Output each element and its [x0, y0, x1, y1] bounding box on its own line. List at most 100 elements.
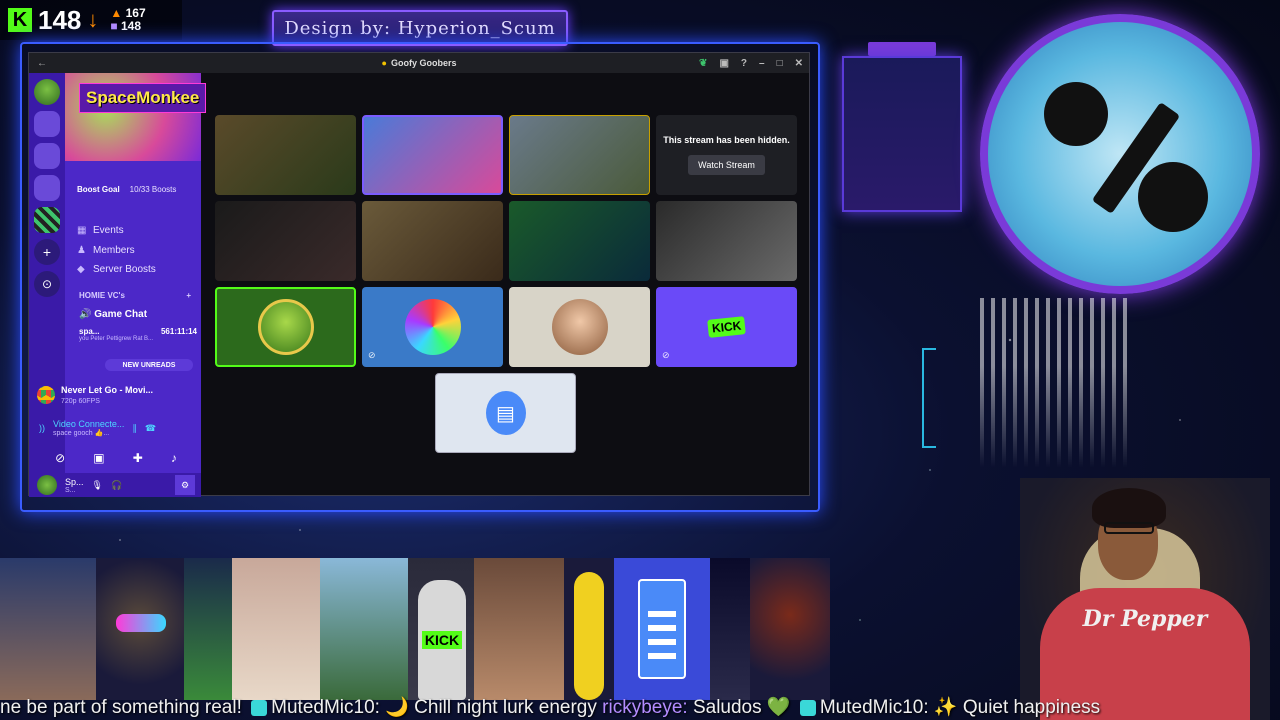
voice-user-activity: you Peter Pettigrew Rat B... [79, 336, 154, 342]
server-icon-folder[interactable] [34, 207, 60, 233]
voice-user-name: spa... [79, 327, 100, 336]
kick-avatar: KICK [698, 299, 755, 355]
server-nav: ▦ Events ♟ Members ◆ Server Boosts [77, 221, 156, 280]
add-channel-icon[interactable]: + [186, 291, 191, 300]
discord-window: ← ● Goofy Goobers ❦ ▣ ? – □ ✕ + ⊙ SpaceM… [28, 52, 810, 497]
character-bird [0, 558, 96, 700]
vc-category-header[interactable]: HOMIE VC's + [79, 291, 191, 300]
stream-stats-bar: K 148 ↓ ▲ 167 ■ 148 [0, 0, 182, 40]
discover-icon[interactable]: ⊙ [34, 271, 60, 297]
user-tile-rainbow[interactable]: ⊘ [362, 287, 503, 367]
document-audio-icon: ▤ [485, 391, 526, 435]
popout-icon[interactable]: ▣ [719, 58, 728, 69]
hidden-stream-tile: This stream has been hidden. Watch Strea… [656, 115, 797, 195]
design-credit-banner: Design by: Hyperion_Scum [272, 10, 568, 46]
server-icon-3[interactable] [34, 143, 60, 169]
hidden-stream-message: This stream has been hidden. [663, 135, 790, 145]
nav-item-events[interactable]: ▦ Events [77, 221, 156, 241]
voice-channel-game-chat[interactable]: 🔊 Game Chat [79, 309, 147, 320]
back-icon[interactable]: ← [37, 58, 47, 69]
server-name[interactable]: SpaceMonkee [79, 83, 207, 113]
viewer-count: 148 [38, 4, 82, 35]
boost-icon: ◆ [77, 264, 85, 276]
server-icon-pepe[interactable] [34, 79, 60, 105]
server-icon: ● [381, 58, 387, 68]
add-server-icon[interactable]: + [34, 239, 60, 265]
stream-tile-7[interactable] [509, 201, 650, 281]
character-fisherman [320, 558, 408, 700]
user-tile-girl[interactable] [509, 287, 650, 367]
voice-controls: ⊘ ▣ ✚ ♪ [41, 451, 191, 465]
gear-icon[interactable]: ⚙ [175, 475, 195, 495]
pepe-avatar [257, 299, 314, 355]
character-muscle-man [474, 558, 564, 700]
character-anime-girl [184, 558, 232, 700]
dna-panel [842, 56, 962, 212]
chat-ticker: ne be part of something real! MutedMic10… [0, 697, 1101, 718]
discord-sidebar: + ⊙ SpaceMonkee Boost Goal 10/33 Boosts … [29, 73, 207, 497]
soundboard-icon[interactable]: ♪ [171, 451, 177, 465]
stream-tile-6[interactable] [362, 201, 503, 281]
user-avatar[interactable] [37, 475, 57, 495]
voice-server: space gooch 👍... [53, 430, 110, 437]
stream-tile-8[interactable] [656, 201, 797, 281]
close-icon[interactable]: ✕ [795, 58, 803, 69]
muted-icon: ⊘ [368, 350, 376, 360]
current-user-name: Sp... [65, 476, 84, 487]
character-banana [564, 558, 614, 700]
nav-item-members[interactable]: ♟ Members [77, 241, 156, 261]
rainbow-avatar [404, 299, 461, 355]
activity-quality: 720p 60FPS [61, 398, 100, 405]
stream-tile-3[interactable] [509, 115, 650, 195]
hud-bracket [922, 348, 936, 448]
character-bearded-man [750, 558, 830, 700]
stream-tile-5[interactable] [215, 201, 356, 281]
window-controls: ❦ ▣ ? – □ ✕ [699, 58, 803, 69]
chat-badge-icon [799, 699, 816, 716]
user-tile-pepe[interactable] [215, 287, 356, 367]
window-title: Goofy Goobers [390, 58, 457, 68]
viewers-stat: ■ 148 [110, 19, 142, 33]
boost-goal-row[interactable]: Boost Goal 10/33 Boosts [77, 185, 176, 194]
user-panel: Sp... S... 🎙 🎧 ⚙ [29, 473, 201, 497]
camera-off-icon[interactable]: ⊘ [55, 451, 65, 465]
stream-tile-1[interactable] [215, 115, 356, 195]
vinyl-logo [980, 14, 1260, 294]
stream-tile-2[interactable] [362, 115, 503, 195]
voice-user[interactable]: spa... 561:11:14 you Peter Pettigrew Rat … [79, 327, 197, 342]
maximize-icon[interactable]: □ [777, 58, 783, 69]
noise-suppression-icon[interactable]: ∥ [132, 423, 137, 434]
signal-icon: )) [39, 423, 45, 433]
user-tile-kick[interactable]: KICK ⊘ [656, 287, 797, 367]
chat-badge-icon [251, 699, 268, 716]
mini-stats: ▲ 167 ■ 148 [110, 7, 145, 33]
nav-item-server-boosts[interactable]: ◆ Server Boosts [77, 260, 156, 280]
activity-title: Never Let Go - Movi... [61, 385, 154, 395]
character-monkey [96, 558, 184, 700]
character-strip: KICK [0, 558, 830, 700]
kick-logo-icon: K [8, 8, 32, 32]
activities-icon[interactable]: ✚ [133, 451, 143, 465]
boost-count: 10/33 Boosts [129, 185, 177, 194]
voice-user-timer: 561:11:14 [160, 327, 197, 336]
character-kick-statue: KICK [408, 558, 474, 700]
voice-status: Video Connecte... [53, 419, 125, 429]
character-document [614, 558, 710, 700]
screen-share-icon[interactable]: ▣ [93, 451, 104, 465]
new-unreads-pill[interactable]: NEW UNREADS [105, 359, 193, 371]
server-icon-2[interactable] [34, 111, 60, 137]
calendar-icon: ▦ [77, 225, 87, 237]
headphones-icon[interactable]: 🎧 [111, 480, 122, 491]
members-icon: ♟ [77, 244, 86, 256]
disconnect-icon[interactable]: ☎ [145, 423, 156, 434]
vc-category-label: HOMIE VC's [79, 291, 125, 300]
help-icon[interactable]: ? [741, 58, 747, 69]
server-icon-4[interactable] [34, 175, 60, 201]
minimize-icon[interactable]: – [759, 58, 765, 69]
user-tile-doc[interactable]: ▤ [435, 373, 576, 453]
mic-icon[interactable]: 🎙 [92, 480, 103, 491]
character-small-figure [710, 558, 750, 700]
muted-icon: ⊘ [662, 350, 670, 360]
watch-stream-button[interactable]: Watch Stream [688, 155, 765, 175]
leaf-icon[interactable]: ❦ [699, 58, 707, 69]
